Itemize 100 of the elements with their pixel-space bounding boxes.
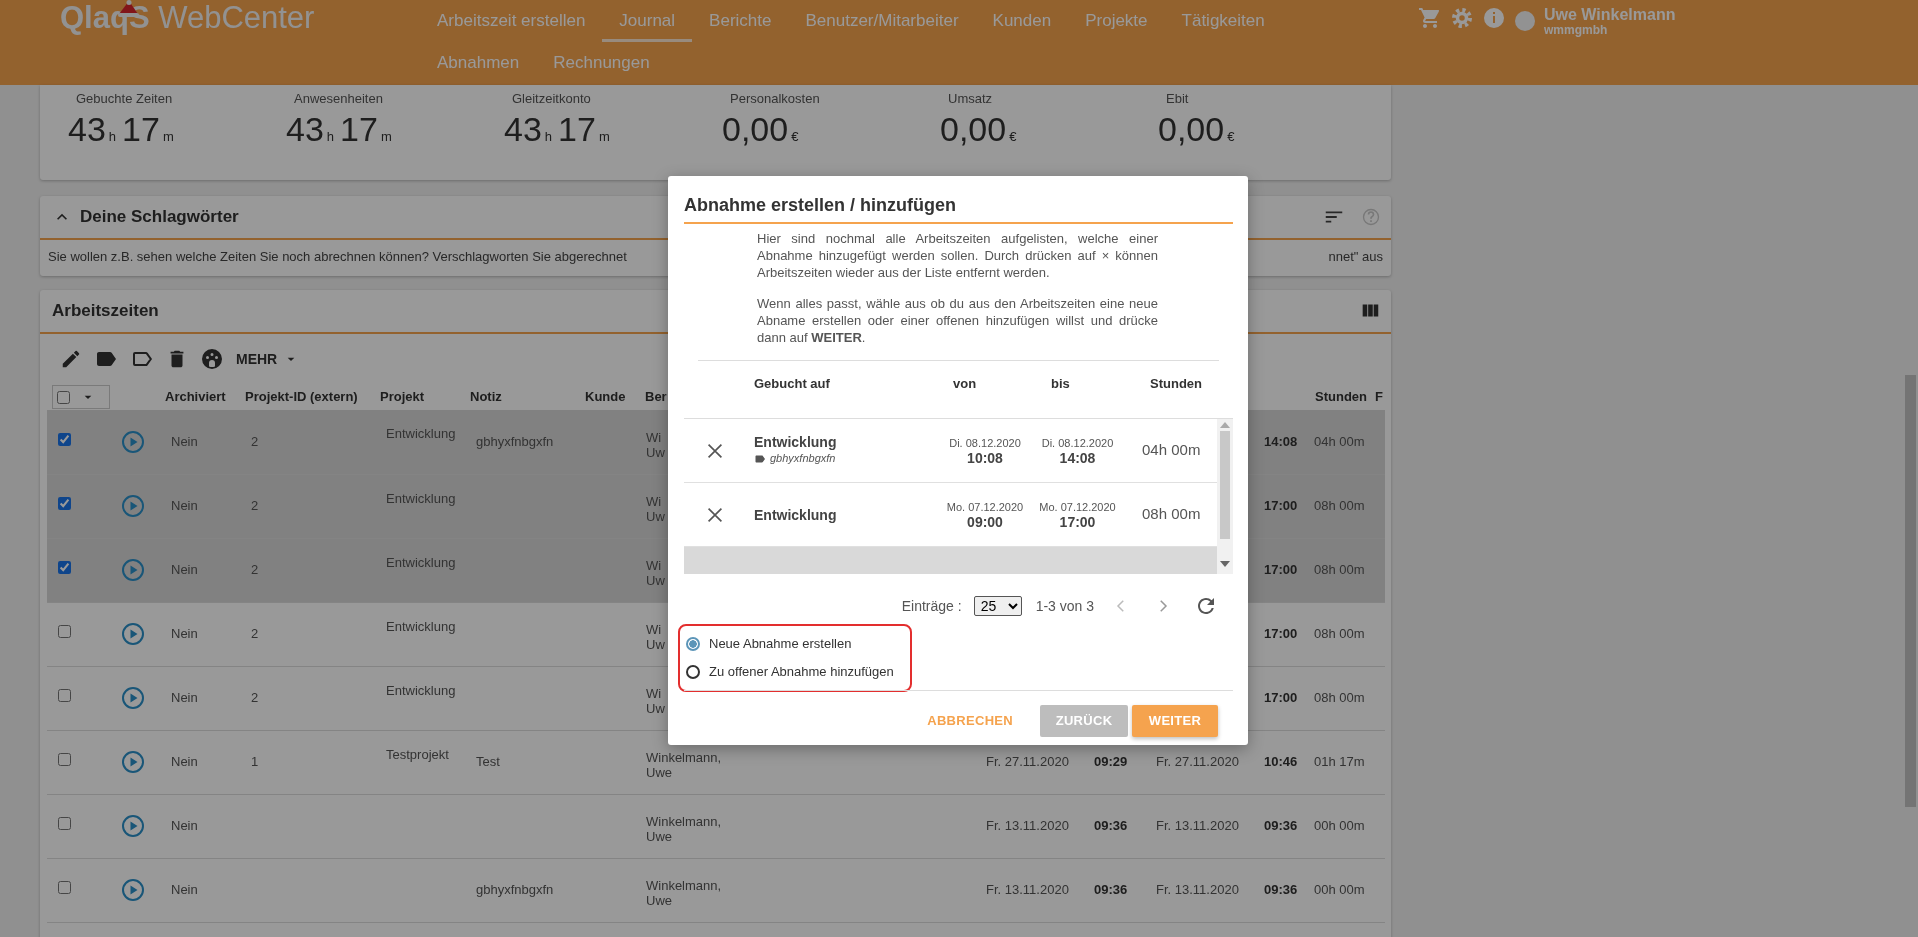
table-cell: Wi Uw [646,686,665,716]
table-cell: 17:00 [1264,690,1298,706]
table-cell: 2 [251,690,259,706]
table-cell: Entwicklung [386,682,456,698]
paragraph: Wenn alles passt, wähle aus ob du aus den Arbeitszeiten eine neue Abname erstellen oder einer offenen hinzufügen willst und drücke dann auf WEITER. [757,295,1158,346]
table-cell: 17:00 [1264,562,1298,578]
table-cell: 14:08 [1264,434,1298,449]
project-name: Entwicklung [754,434,838,451]
column-header[interactable]: Projekt-ID (extern) [245,389,358,405]
table-cell: 17:00 [1264,498,1298,514]
panel-title: Deine Schlagwörter [80,206,239,229]
column-header[interactable]: Stunden [1315,389,1367,405]
radio-label[interactable]: Zu offener Abnahme hinzufügen [709,662,894,682]
table-cell: 01h 17m [1314,754,1365,770]
table-cell: Nein [171,690,198,706]
table-cell: Fr. 27.11.2020 [1156,754,1239,770]
table-cell: Entwicklung [386,554,456,570]
table-cell: Entwicklung [386,618,456,634]
table-cell: Nein [171,818,198,834]
stat-value: 43 h 17 m [68,108,175,150]
table-cell: Nein [171,498,198,514]
table-cell: 08h 00m [1314,690,1365,706]
table-cell: 08h 00m [1314,626,1365,642]
table-cell: 08h 00m [1314,498,1365,514]
paragraph: Hier sind nochmal alle Arbeitszeiten aufgelisten, welche einer Abnahme hinzugefügt werden sollen. Durch drücken auf × können Arbeitszeiten wieder aus der Liste entfernt werden. [757,230,1158,281]
table-cell: 08h 00m [1314,562,1365,578]
stat-label: Umsatz [947,90,994,108]
table-cell: Nein [171,562,198,578]
table-cell: Entwicklung [386,426,456,441]
table-cell: Entwicklung [386,490,456,506]
date-text: Mo. 07.12.2020 [1038,499,1117,515]
table-cell: Wi Uw [646,558,665,588]
table-cell: 2 [251,498,259,514]
page-size-select[interactable]: 25 [973,596,1022,616]
table-cell: 09:36 [1264,818,1298,834]
table-cell: Fr. 13.11.2020 [1156,882,1239,898]
table-cell: Nein [171,754,198,770]
table-cell: 00h 00m [1314,882,1365,898]
table-cell: 09:36 [1094,818,1128,834]
column-header[interactable]: Archiviert [165,389,226,405]
stat-value: 0,00€ [722,108,800,150]
page-size-label: Einträge : [901,596,962,616]
table-cell: gbhyxfnbgxfn [476,882,554,898]
stat-label: Gleitzeitkonto [511,90,592,108]
table-cell: Fr. 13.11.2020 [1156,818,1239,834]
table-cell: Winkelmann, Uwe [646,750,722,780]
more-button[interactable]: MEHR [236,348,300,370]
table-cell: Wi Uw [646,622,665,652]
column-header[interactable]: Ber [645,389,667,405]
table-cell: 2 [251,626,259,642]
hours-text: 04h 00m [1141,440,1202,461]
table-cell: 17:00 [1264,626,1298,642]
time-text: 09:00 [966,514,1004,530]
time-text: 17:00 [1058,514,1097,530]
time-text: 14:08 [1058,450,1097,466]
table-cell: Fr. 27.11.2020 [986,754,1069,770]
column-header: von [952,374,978,393]
column-header[interactable]: F [1375,389,1383,405]
list-row[interactable]: Entwicklung gbhyxfnbgxfn Di. 08.12.2020 10:08 Di. 08.12.2020 14:08 04h 00m [684,419,1217,483]
table-cell: Test [476,754,500,770]
table-cell: 09:29 [1094,754,1128,770]
hint-text: Sie wollen z.B. sehen welche Zeiten Sie noch abrechnen können? Verschlagworten Sie abgerechnet [48,248,627,266]
stat-value: 43 h 17 m [286,108,393,150]
panel-title: Arbeitszeiten [52,300,159,323]
table-cell: Nein [171,626,198,642]
table-cell: 04h 00m [1314,434,1365,449]
table-cell: Nein [171,882,198,898]
column-header[interactable]: Kunde [585,389,626,405]
table-cell: Testprojekt [386,746,449,762]
hint-text: nnet" aus [1328,248,1383,266]
table-cell: Nein [171,434,198,449]
stat-label: Ebit [1165,90,1190,108]
stat-value: 43 h 17 m [504,108,611,150]
table-cell: 00h 00m [1314,818,1365,834]
time-text: 10:08 [966,450,1004,466]
table-cell: Fr. 13.11.2020 [986,818,1069,834]
date-text: Mo. 07.12.2020 [945,499,1025,515]
company-name: wmmgmbh [1544,23,1609,37]
stat-label: Anwesenheiten [293,90,384,108]
radio-label[interactable]: Neue Abnahme erstellen [709,634,852,654]
stat-label: Personalkosten [729,90,821,108]
user-name: Uwe Winkelmann [1544,6,1676,23]
hours-text: 08h 00m [1141,504,1202,525]
column-header: Gebucht auf [753,374,831,393]
column-header[interactable]: Notiz [470,389,502,405]
table-cell: Fr. 13.11.2020 [986,882,1069,898]
stat-value: 0,00€ [1158,108,1236,150]
note-text: gbhyxfnbgxfn [770,451,836,467]
column-header: bis [1050,374,1071,393]
table-cell: 09:36 [1264,882,1298,898]
column-header[interactable]: Projekt [380,389,425,405]
project-name: Entwicklung [754,506,838,523]
table-cell: Winkelmann, Uwe [646,814,722,844]
table-cell: 10:46 [1264,754,1298,770]
table-cell: 09:36 [1094,882,1128,898]
table-cell: Wi Uw [646,494,665,524]
table-cell: 1 [251,754,259,770]
table-cell: Wi Uw [646,429,665,460]
table-cell: 2 [251,434,259,449]
date-text: Di. 08.12.2020 [1040,435,1115,451]
